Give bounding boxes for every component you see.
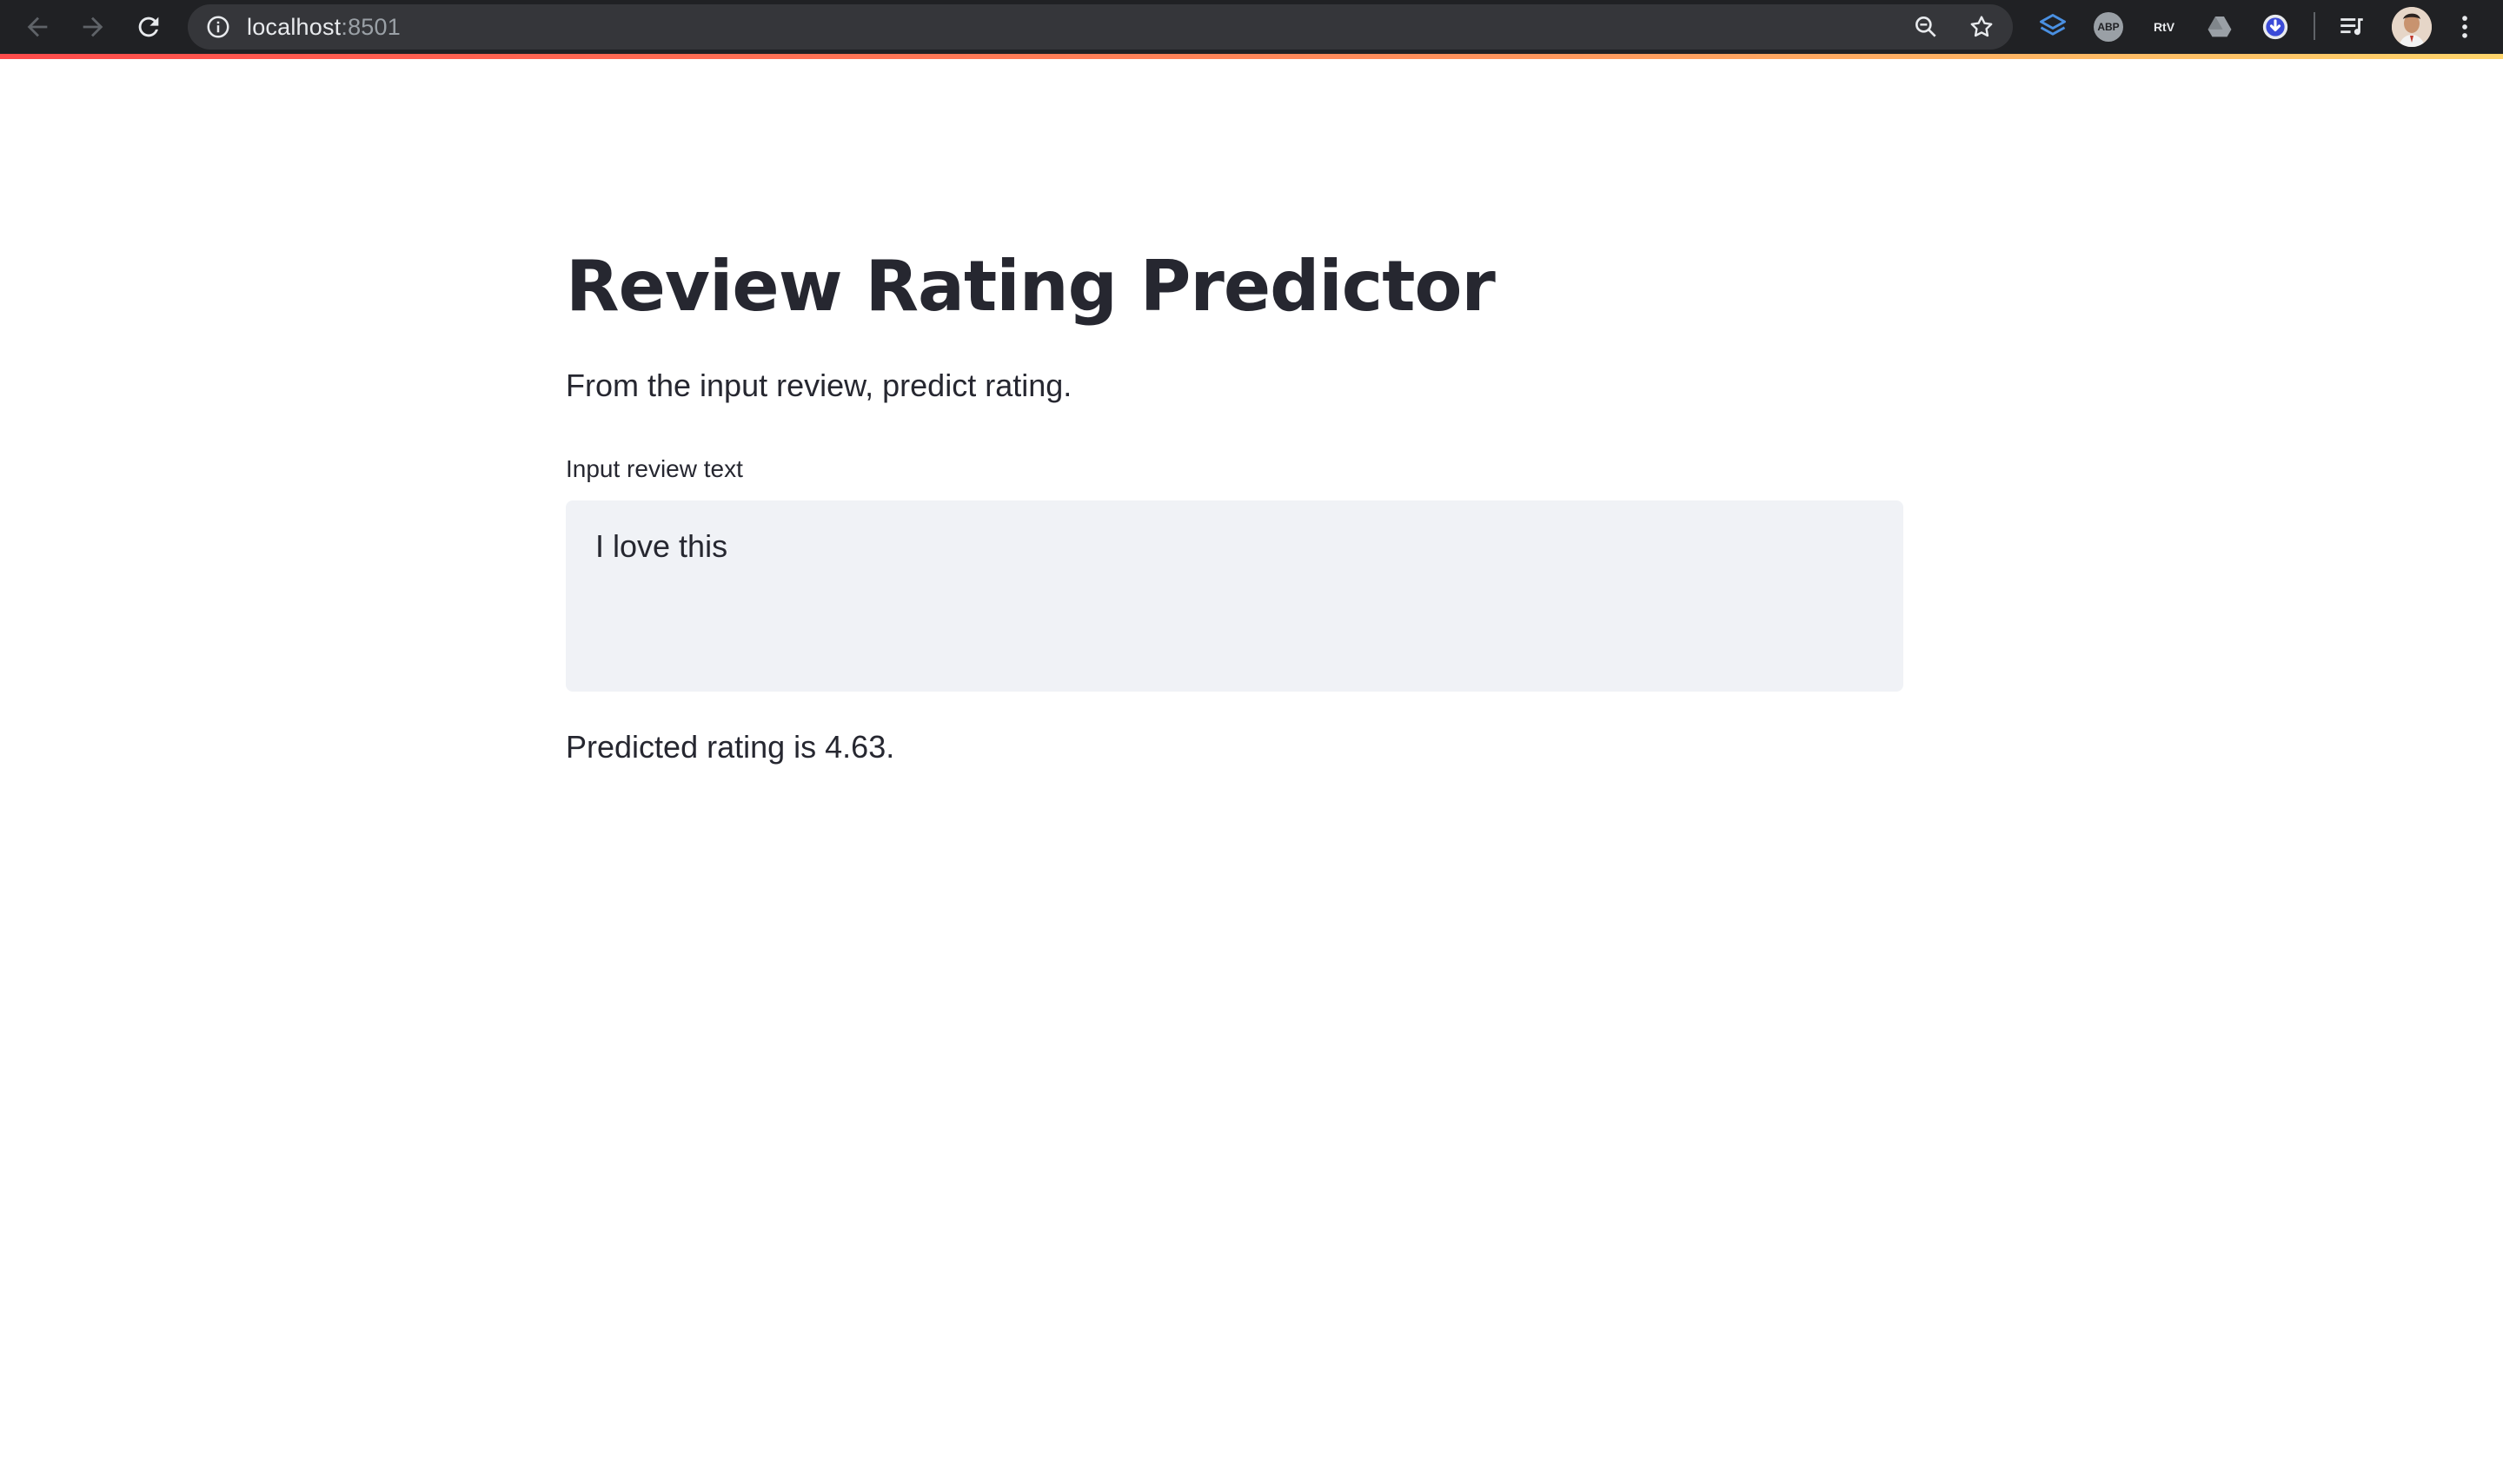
app-description: From the input review, predict rating.	[566, 368, 1072, 403]
zoom-icon	[1915, 17, 1936, 37]
forward-button[interactable]	[71, 5, 115, 49]
review-input-label: Input review text	[566, 455, 743, 482]
rtv-label: RtV	[2153, 20, 2175, 34]
abp-badge: ABP	[2094, 12, 2123, 42]
playlist-icon	[2340, 18, 2363, 36]
reload-icon	[138, 17, 159, 37]
download-extension-button[interactable]	[2256, 8, 2294, 46]
browser-menu-button[interactable]	[2446, 8, 2484, 46]
url-port: :8501	[341, 13, 401, 40]
info-icon[interactable]	[205, 14, 231, 40]
star-icon	[1970, 16, 1993, 37]
drive-extension-button[interactable]	[2201, 8, 2239, 46]
url-text: localhost:8501	[247, 14, 401, 41]
prediction-result: Predicted rating is 4.63.	[566, 729, 895, 765]
back-arrow-icon	[27, 17, 48, 37]
forward-arrow-icon	[83, 17, 103, 37]
bookmark-button[interactable]	[1966, 11, 1997, 43]
toolbar-divider	[2314, 12, 2315, 40]
reload-button[interactable]	[127, 5, 170, 49]
more-vert-icon	[2462, 16, 2467, 38]
url-host: localhost	[247, 13, 342, 40]
app-decoration-bar	[0, 54, 2503, 59]
zoom-button[interactable]	[1910, 11, 1942, 43]
avatar-icon	[2392, 7, 2432, 47]
back-button[interactable]	[16, 5, 59, 49]
media-control-button[interactable]	[2333, 8, 2371, 46]
address-bar[interactable]: localhost:8501	[188, 4, 2013, 50]
page-title: Review Rating Predictor	[566, 246, 1496, 327]
download-icon	[2262, 14, 2288, 40]
drive-icon	[2208, 16, 2232, 37]
browser-toolbar: localhost:8501 ABP RtV	[0, 0, 2503, 54]
adblock-extension-button[interactable]: ABP	[2089, 8, 2128, 46]
profile-avatar[interactable]	[2392, 7, 2432, 47]
layers-extension-button[interactable]	[2034, 8, 2072, 46]
rtv-extension-button[interactable]: RtV	[2145, 8, 2183, 46]
layers-icon	[2040, 14, 2066, 36]
review-text-input[interactable]: I love this	[566, 500, 1903, 692]
